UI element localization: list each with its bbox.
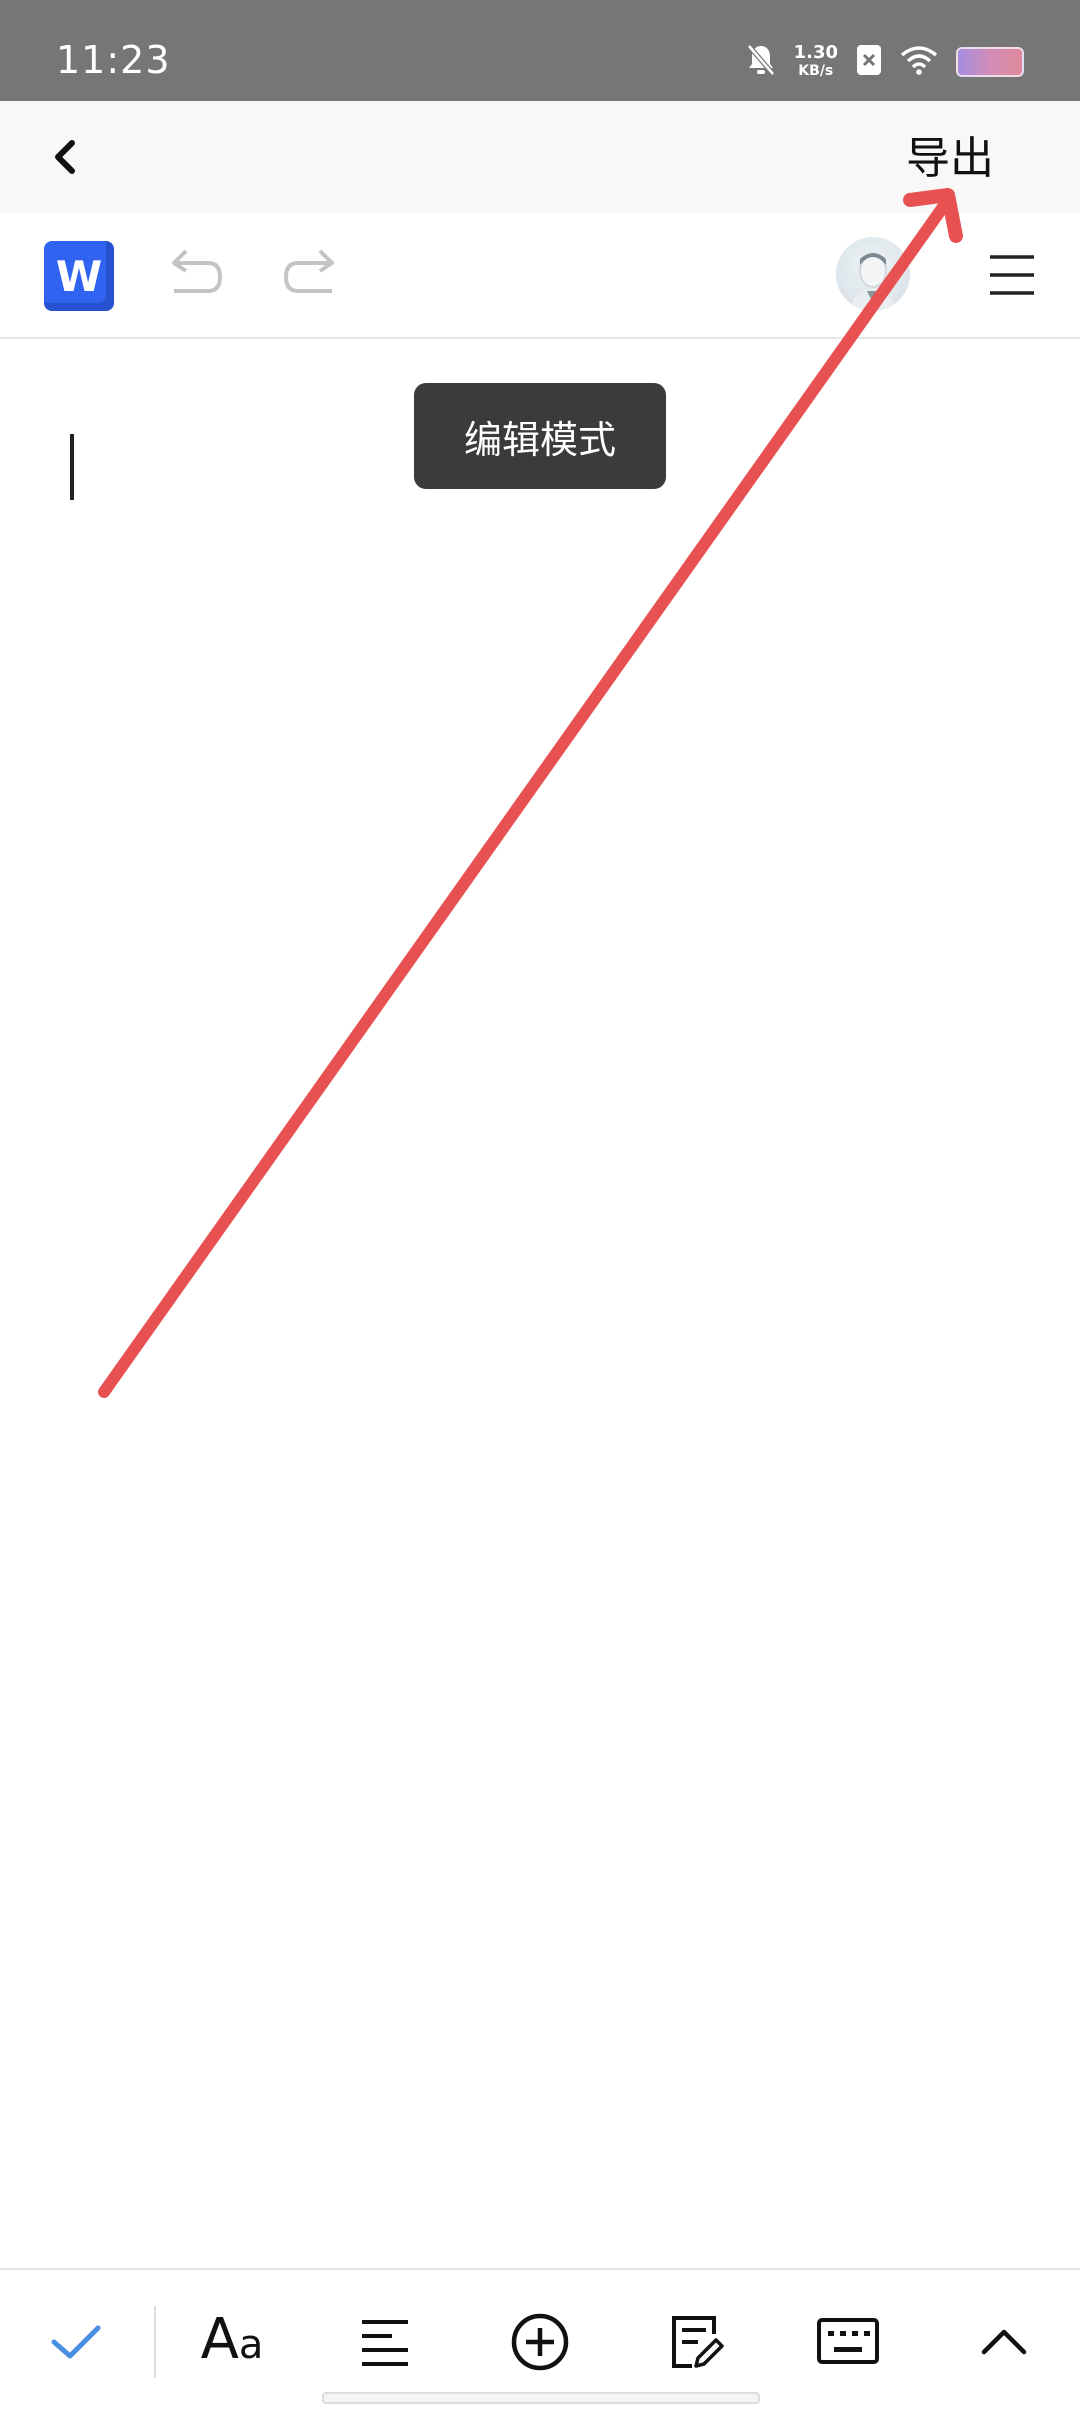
keyboard-icon	[817, 2318, 879, 2364]
word-logo-icon: W	[44, 241, 114, 311]
top-bar: 导出	[0, 101, 1080, 213]
wifi-icon	[900, 45, 938, 79]
done-button[interactable]	[40, 2306, 112, 2378]
editor-toolbar: W	[0, 213, 1080, 339]
menu-button[interactable]	[986, 247, 1038, 303]
net-speed-unit: KB/s	[798, 63, 834, 79]
expand-toolbar-button[interactable]	[968, 2306, 1040, 2378]
bottom-toolbar: Aa	[0, 2268, 1080, 2410]
paragraph-align-button[interactable]	[350, 2306, 422, 2378]
export-button[interactable]: 导出	[906, 131, 994, 187]
align-left-icon	[362, 2320, 408, 2366]
document-area[interactable]: 编辑模式	[0, 339, 1080, 2269]
net-speed-value: 1.30	[793, 42, 838, 63]
redo-icon	[283, 249, 334, 293]
net-speed: 1.30 KB/s	[794, 44, 838, 80]
insert-button[interactable]	[504, 2306, 576, 2378]
status-icons: 1.30 KB/s	[746, 40, 1024, 84]
home-indicator[interactable]	[322, 2392, 760, 2404]
toolbar-divider	[154, 2306, 156, 2378]
font-style-icon: Aa	[200, 2306, 264, 2372]
battery-icon	[956, 47, 1024, 77]
font-style-button[interactable]: Aa	[196, 2306, 268, 2378]
undo-icon	[172, 249, 223, 293]
hamburger-menu-icon	[990, 255, 1034, 295]
review-button[interactable]	[660, 2306, 732, 2378]
status-bar: 11:23 1.30 KB/s	[0, 0, 1080, 101]
bell-off-icon	[746, 43, 776, 81]
chevron-left-icon	[55, 140, 75, 174]
text-cursor	[70, 434, 74, 500]
keyboard-button[interactable]	[812, 2306, 884, 2378]
user-avatar[interactable]	[836, 237, 910, 311]
edit-note-icon	[672, 2316, 724, 2368]
undo-button[interactable]	[164, 243, 228, 307]
insert-plus-icon	[511, 2313, 569, 2371]
check-icon	[51, 2325, 101, 2359]
redo-button[interactable]	[278, 243, 342, 307]
chevron-up-icon	[981, 2329, 1027, 2355]
user-avatar-icon	[850, 253, 896, 311]
sim-x-icon	[856, 44, 882, 80]
edit-mode-toast: 编辑模式	[414, 383, 666, 489]
status-time: 11:23	[56, 38, 171, 82]
back-button[interactable]	[40, 127, 100, 187]
